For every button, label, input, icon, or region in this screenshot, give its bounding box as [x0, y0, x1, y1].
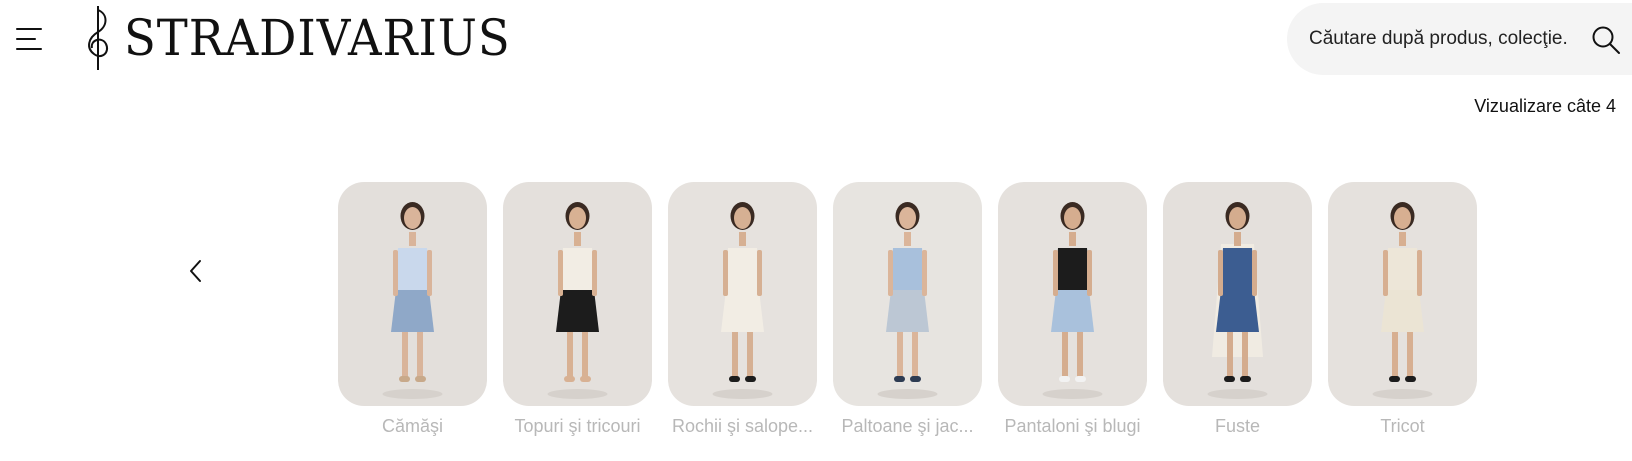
hamburger-menu-icon[interactable] — [14, 24, 46, 54]
category-card[interactable]: Paltoane şi jac... — [833, 182, 982, 437]
category-card[interactable]: Rochii şi salope... — [668, 182, 817, 437]
model-photo — [503, 182, 652, 406]
category-card[interactable]: Pantaloni şi blugi — [998, 182, 1147, 437]
model-photo — [338, 182, 487, 406]
category-label[interactable]: Topuri şi tricouri — [503, 416, 652, 437]
search-icon[interactable] — [1591, 25, 1621, 55]
chevron-left-icon[interactable] — [186, 258, 206, 284]
search-bar[interactable]: Căutare după produs, colecţie... — [1287, 3, 1632, 75]
category-image[interactable] — [338, 182, 487, 406]
category-image[interactable] — [503, 182, 652, 406]
category-image[interactable] — [998, 182, 1147, 406]
category-label[interactable]: Cămăşi — [338, 416, 487, 437]
treble-clef-icon — [88, 6, 108, 70]
model-photo — [1328, 182, 1477, 406]
view-per-row-toggle[interactable]: Vizualizare câte 4 — [1474, 96, 1616, 117]
category-image[interactable] — [668, 182, 817, 406]
logo-text: STRADIVARIUS — [124, 9, 511, 67]
category-image[interactable] — [1328, 182, 1477, 406]
category-image[interactable] — [833, 182, 982, 406]
category-card[interactable]: Fuste — [1163, 182, 1312, 437]
category-label[interactable]: Pantaloni şi blugi — [998, 416, 1147, 437]
search-input[interactable]: Căutare după produs, colecţie... — [1309, 28, 1567, 50]
category-image[interactable] — [1163, 182, 1312, 406]
category-card[interactable]: Cămăşi — [338, 182, 487, 437]
logo[interactable]: STRADIVARIUS — [80, 4, 540, 72]
category-card[interactable]: Tricot — [1328, 182, 1477, 437]
model-photo — [833, 182, 982, 406]
category-label[interactable]: Tricot — [1328, 416, 1477, 437]
model-photo — [998, 182, 1147, 406]
model-photo — [1163, 182, 1312, 406]
category-label[interactable]: Paltoane şi jac... — [833, 416, 982, 437]
category-card[interactable]: Topuri şi tricouri — [503, 182, 652, 437]
category-label[interactable]: Fuste — [1163, 416, 1312, 437]
category-carousel: Cămăşi Topuri şi tricouri Rochii şi salo… — [338, 182, 1477, 437]
category-label[interactable]: Rochii şi salope... — [668, 416, 817, 437]
model-photo — [668, 182, 817, 406]
